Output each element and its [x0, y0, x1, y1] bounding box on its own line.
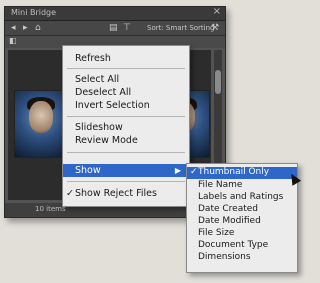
submenu-item-label: Date Created	[198, 204, 258, 214]
menu-item-label: Review Mode	[75, 135, 138, 146]
show-submenu: ✓ Thumbnail Only File Name Labels and Ra…	[186, 163, 298, 273]
view-icon[interactable]: ▤	[109, 22, 118, 34]
submenu-item-dimensions[interactable]: Dimensions	[187, 252, 297, 264]
home-icon[interactable]: ⌂	[35, 22, 41, 34]
menu-item-invert-selection[interactable]: Invert Selection	[63, 99, 189, 112]
submenu-item-label: File Name	[198, 180, 243, 190]
submenu-item-label: File Size	[198, 228, 235, 238]
menu-item-label: Deselect All	[75, 87, 132, 98]
submenu-item-label: Labels and Ratings	[198, 192, 284, 202]
menu-item-deselect-all[interactable]: Deselect All	[63, 86, 189, 99]
submenu-item-labels-and-ratings[interactable]: Labels and Ratings	[187, 192, 297, 204]
panel-title: Mini Bridge	[11, 8, 57, 17]
back-icon[interactable]: ◂	[11, 22, 16, 34]
checkmark-icon: ✓	[190, 167, 198, 177]
menu-item-show-reject-files[interactable]: ✓ Show Reject Files	[63, 187, 189, 200]
submenu-arrow-icon: ▶	[174, 166, 181, 175]
menu-item-select-all[interactable]: Select All	[63, 73, 189, 86]
context-menu: Refresh Select All Deselect All Invert S…	[62, 45, 190, 207]
panel-title-bar[interactable]: Mini Bridge ×	[5, 6, 225, 21]
menu-item-label: Show	[75, 165, 101, 176]
forward-icon[interactable]: ▸	[23, 22, 28, 34]
submenu-item-file-size[interactable]: File Size	[187, 228, 297, 240]
menu-item-label: Show Reject Files	[75, 188, 157, 199]
menu-item-slideshow[interactable]: Slideshow	[63, 121, 189, 134]
submenu-item-date-modified[interactable]: Date Modified	[187, 216, 297, 228]
menu-item-refresh[interactable]: Refresh	[63, 52, 189, 65]
checkmark-icon: ✓	[66, 188, 74, 199]
close-icon[interactable]: ×	[213, 6, 221, 17]
sort-dropdown[interactable]: Sort: Smart Sorting	[147, 22, 215, 34]
menu-item-label: Invert Selection	[75, 100, 150, 111]
submenu-item-file-name[interactable]: File Name	[187, 180, 297, 192]
thumbnail-image[interactable]	[14, 90, 68, 158]
scrollbar-thumb[interactable]	[215, 70, 221, 94]
menu-separator	[67, 152, 185, 153]
panel-view-icon[interactable]: ◧	[9, 36, 17, 45]
menu-separator	[67, 68, 185, 69]
submenu-item-label: Thumbnail Only	[198, 167, 270, 177]
menu-separator	[67, 116, 185, 117]
submenu-item-label: Document Type	[198, 240, 269, 250]
menu-item-review-mode[interactable]: Review Mode	[63, 134, 189, 147]
tools-icon[interactable]: ⚒	[211, 22, 219, 34]
panel-toolbar: ◂ ▸ ⌂ ▤ ⊤ Sort: Smart Sorting ⚒	[5, 21, 225, 36]
submenu-item-document-type[interactable]: Document Type	[187, 240, 297, 252]
menu-item-label: Slideshow	[75, 122, 123, 133]
menu-separator	[67, 181, 185, 182]
filter-icon[interactable]: ⊤	[123, 22, 131, 34]
submenu-item-label: Date Modified	[198, 216, 261, 226]
submenu-item-label: Dimensions	[198, 252, 251, 262]
menu-item-label: Refresh	[75, 53, 111, 64]
submenu-item-date-created[interactable]: Date Created	[187, 204, 297, 216]
submenu-item-thumbnail-only[interactable]: ✓ Thumbnail Only	[187, 167, 297, 179]
menu-item-show[interactable]: Show ▶	[63, 164, 189, 177]
thumbnail-face	[29, 101, 53, 133]
menu-item-label: Select All	[75, 74, 120, 85]
